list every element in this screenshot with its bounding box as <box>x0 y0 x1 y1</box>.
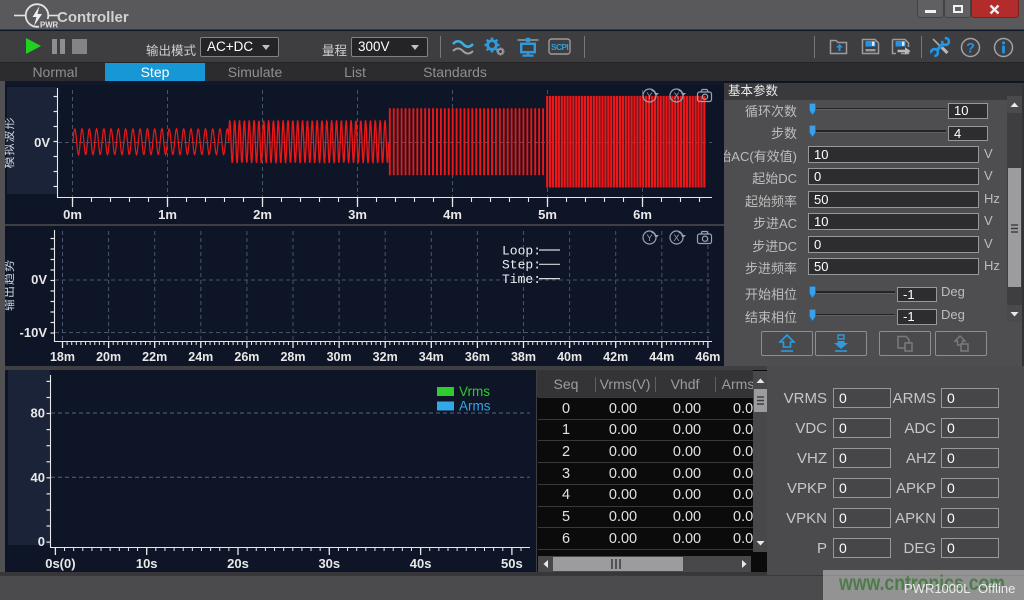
svg-text:10s: 10s <box>136 556 158 571</box>
svg-text:Loop:: Loop: <box>502 243 541 258</box>
svg-text:42m: 42m <box>603 350 628 364</box>
svg-text:SCPI: SCPI <box>551 42 568 52</box>
svg-text:32m: 32m <box>373 350 398 364</box>
svg-text:36m: 36m <box>465 350 490 364</box>
svg-text:PWR: PWR <box>40 21 59 30</box>
svg-text:?: ? <box>966 40 975 56</box>
svg-text:Arms: Arms <box>459 399 491 414</box>
svg-text:50s: 50s <box>501 556 523 571</box>
svg-text:-10V: -10V <box>20 325 48 340</box>
svg-text:20m: 20m <box>96 350 121 364</box>
svg-text:30s: 30s <box>318 556 340 571</box>
svg-text:0s(0): 0s(0) <box>45 556 75 571</box>
svg-text:Y: Y <box>646 233 652 243</box>
svg-text:24m: 24m <box>188 350 213 364</box>
svg-text:2m: 2m <box>253 207 272 222</box>
svg-text:3m: 3m <box>348 207 367 222</box>
svg-text:40m: 40m <box>557 350 582 364</box>
svg-text:0V: 0V <box>34 135 50 150</box>
svg-text:44m: 44m <box>649 350 674 364</box>
svg-text:40: 40 <box>31 470 45 485</box>
svg-text:X: X <box>673 233 679 243</box>
svg-text:38m: 38m <box>511 350 536 364</box>
svg-text:Controller: Controller <box>57 9 129 26</box>
svg-text:4m: 4m <box>443 207 462 222</box>
svg-text:0: 0 <box>38 534 45 549</box>
svg-text:Step:: Step: <box>502 258 541 273</box>
svg-text:22m: 22m <box>142 350 167 364</box>
svg-text:Vrms: Vrms <box>459 384 490 399</box>
svg-text:28m: 28m <box>280 350 305 364</box>
svg-text:20s: 20s <box>227 556 249 571</box>
svg-text:6m: 6m <box>633 207 652 222</box>
svg-text:26m: 26m <box>234 350 259 364</box>
svg-text:Time:: Time: <box>502 272 541 287</box>
svg-text:30m: 30m <box>327 350 352 364</box>
svg-text:46m: 46m <box>695 350 720 364</box>
svg-text:34m: 34m <box>419 350 444 364</box>
svg-text:80: 80 <box>31 406 45 421</box>
svg-text:0m: 0m <box>63 207 82 222</box>
svg-text:40s: 40s <box>410 556 432 571</box>
svg-text:0V: 0V <box>31 272 47 287</box>
svg-text:X: X <box>673 91 679 101</box>
svg-text:5m: 5m <box>538 207 557 222</box>
svg-text:18m: 18m <box>50 350 75 364</box>
svg-text:Y: Y <box>646 91 652 101</box>
svg-text:1m: 1m <box>158 207 177 222</box>
